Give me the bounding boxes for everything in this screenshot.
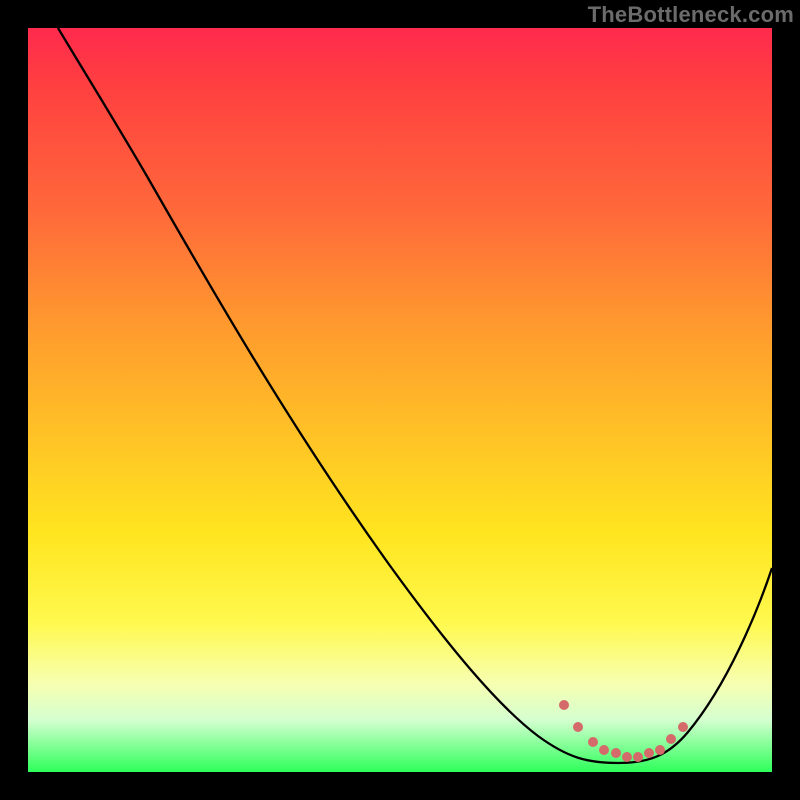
optimum-marker [678,722,688,732]
optimum-marker [666,734,676,744]
optimum-marker [559,700,569,710]
chart-frame: TheBottleneck.com [0,0,800,800]
curve-svg [28,28,772,772]
optimum-marker [622,752,632,762]
optimum-marker [599,745,609,755]
optimum-marker [644,748,654,758]
optimum-marker [633,752,643,762]
optimum-marker [573,722,583,732]
bottleneck-curve-path [58,28,772,763]
optimum-marker [588,737,598,747]
optimum-marker [655,745,665,755]
optimum-marker [611,748,621,758]
optimum-marker-group [559,700,688,762]
watermark-text: TheBottleneck.com [588,2,794,28]
plot-area [28,28,772,772]
